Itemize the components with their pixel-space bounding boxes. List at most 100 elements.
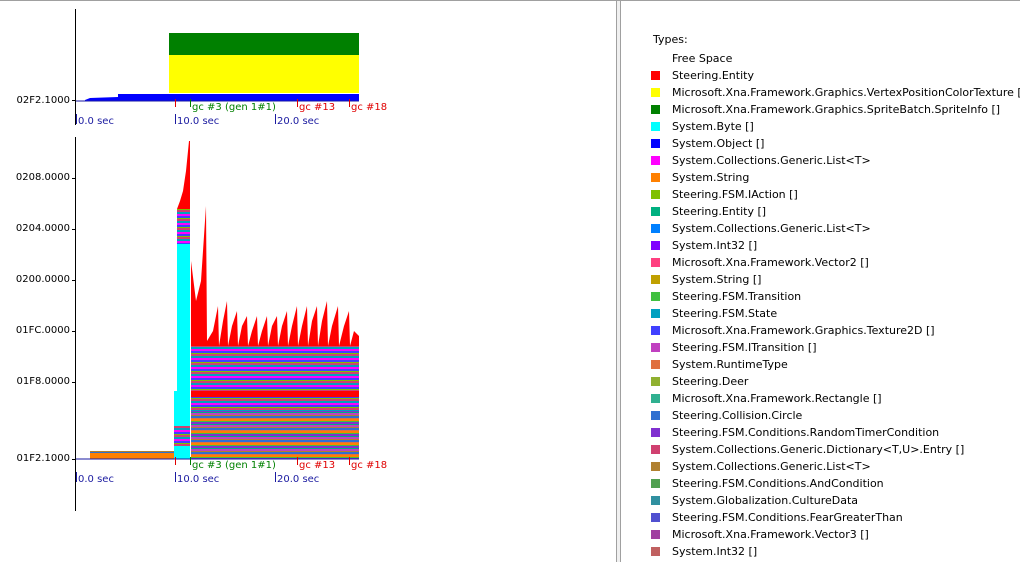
bottom-cyan-stripes	[177, 209, 190, 244]
legend-swatch	[651, 71, 660, 80]
legend-swatch	[651, 207, 660, 216]
legend-item[interactable]: Steering.Entity	[651, 67, 1020, 84]
top-chart-plot[interactable]	[76, 1, 616, 131]
legend-swatch	[651, 530, 660, 539]
legend-item[interactable]: Steering.Collision.Circle	[651, 407, 1020, 424]
top-time-label-10: 10.0 sec	[177, 116, 220, 127]
legend-item[interactable]: System.Collections.Generic.List<T>	[651, 458, 1020, 475]
legend-item[interactable]: System.Object []	[651, 135, 1020, 152]
legend-item[interactable]: Steering.FSM.Conditions.RandomTimerCondi…	[651, 424, 1020, 441]
legend-item[interactable]: Steering.FSM.ITransition []	[651, 339, 1020, 356]
legend-item[interactable]: System.Globalization.CultureData	[651, 492, 1020, 509]
legend-label: System.Byte []	[672, 120, 754, 133]
legend-label: System.Collections.Generic.List<T>	[672, 222, 871, 235]
legend-item[interactable]: Microsoft.Xna.Framework.Graphics.VertexP…	[651, 84, 1020, 101]
legend-label: System.Collections.Generic.List<T>	[672, 154, 871, 167]
legend-title: Types:	[653, 33, 688, 46]
legend-item[interactable]: System.RuntimeType	[651, 356, 1020, 373]
legend-item[interactable]: Steering.FSM.State	[651, 305, 1020, 322]
top-chart-y-label: 02F2.1000	[16, 95, 70, 106]
legend-swatch	[651, 547, 660, 556]
bottom-gc-marker	[175, 457, 176, 465]
legend-item[interactable]: Microsoft.Xna.Framework.Graphics.Texture…	[651, 322, 1020, 339]
legend-item[interactable]: System.Int32 []	[651, 543, 1020, 560]
legend-item[interactable]: System.Collections.Generic.Dictionary<T,…	[651, 441, 1020, 458]
legend-label: Microsoft.Xna.Framework.Vector3 []	[672, 528, 869, 541]
legend-item[interactable]: System.String	[651, 169, 1020, 186]
types-legend-pane: Types: Free Space Steering.Entity Microsof…	[621, 1, 1020, 562]
legend-item[interactable]: Steering.Deer	[651, 373, 1020, 390]
legend-swatch	[651, 54, 660, 63]
legend-label: Steering.Entity []	[672, 205, 767, 218]
legend-label: Microsoft.Xna.Framework.Graphics.VertexP…	[672, 86, 1020, 99]
legend-label: System.Int32 []	[672, 239, 758, 252]
legend-item[interactable]: Microsoft.Xna.Framework.Vector3 []	[651, 526, 1020, 543]
legend-swatch	[651, 462, 660, 471]
legend-item[interactable]: Steering.FSM.IAction []	[651, 186, 1020, 203]
legend-swatch	[651, 343, 660, 352]
legend-swatch	[651, 513, 660, 522]
legend-label: Free Space	[672, 52, 733, 65]
bottom-heap-layers-low	[191, 411, 359, 459]
legend-swatch	[651, 173, 660, 182]
legend-swatch	[651, 105, 660, 114]
legend-label: Microsoft.Xna.Framework.Graphics.SpriteB…	[672, 103, 1001, 116]
legend-label: Steering.FSM.Transition	[672, 290, 802, 303]
legend-item[interactable]: Microsoft.Xna.Framework.Rectangle []	[651, 390, 1020, 407]
legend-item[interactable]: Steering.FSM.Transition	[651, 288, 1020, 305]
legend-item[interactable]: System.String []	[651, 271, 1020, 288]
legend-swatch	[651, 496, 660, 505]
legend-swatch	[651, 394, 660, 403]
legend-label: System.String []	[672, 273, 762, 286]
legend-label: Steering.FSM.Conditions.FearGreaterThan	[672, 511, 903, 524]
legend-item[interactable]: Free Space	[651, 50, 1020, 67]
legend-swatch	[651, 326, 660, 335]
top-gc-marker	[175, 99, 176, 107]
legend-swatch	[651, 241, 660, 250]
bottom-gc-marker	[297, 457, 298, 465]
legend-label: Steering.FSM.Conditions.AndCondition	[672, 477, 884, 490]
legend-item[interactable]: System.Collections.Generic.List<T>	[651, 220, 1020, 237]
bottom-time-label-0: 0.0 sec	[78, 474, 114, 485]
legend-label: Steering.FSM.Conditions.RandomTimerCondi…	[672, 426, 940, 439]
bottom-gc-marker	[190, 457, 191, 465]
legend-item[interactable]: Steering.FSM.Conditions.AndCondition	[651, 475, 1020, 492]
bottom-heap-layers-mid	[191, 346, 359, 411]
bottom-chart-plot[interactable]	[76, 131, 616, 471]
heap-graph-pane[interactable]: 02F2.1000 gc #3 (gen 1#1) gc #13 gc #18 …	[0, 1, 616, 562]
legend-item[interactable]: Steering.Entity []	[651, 203, 1020, 220]
legend-swatch	[651, 88, 660, 97]
top-gc-label-3: gc #3 (gen 1#1)	[192, 102, 276, 113]
legend-swatch	[651, 428, 660, 437]
top-gc-label-18: gc #18	[351, 102, 388, 113]
legend-list: Free Space Steering.Entity Microsoft.Xna.F…	[651, 50, 1020, 560]
legend-item[interactable]: Microsoft.Xna.Framework.Vector2 []	[651, 254, 1020, 271]
top-gc-marker	[190, 99, 191, 107]
legend-swatch	[651, 190, 660, 199]
legend-item[interactable]: System.Int32 []	[651, 237, 1020, 254]
legend-label: Microsoft.Xna.Framework.Graphics.Texture…	[672, 324, 935, 337]
bottom-heap-red-band	[191, 391, 359, 397]
legend-swatch	[651, 122, 660, 131]
top-gc-label-13: gc #13	[299, 102, 336, 113]
bottom-y-label: 0204.0000	[15, 223, 70, 234]
legend-item[interactable]: System.Byte []	[651, 118, 1020, 135]
top-chart-green-band	[169, 33, 359, 55]
bottom-gc-marker	[349, 457, 350, 465]
legend-label: Steering.FSM.IAction []	[672, 188, 798, 201]
legend-label: Steering.Collision.Circle	[672, 409, 803, 422]
legend-swatch	[651, 224, 660, 233]
bottom-y-label: 0200.0000	[15, 274, 70, 285]
legend-label: Microsoft.Xna.Framework.Vector2 []	[672, 256, 869, 269]
legend-swatch	[651, 479, 660, 488]
legend-label: System.String	[672, 171, 750, 184]
legend-label: Steering.FSM.State	[672, 307, 778, 320]
top-time-label-0: 0.0 sec	[78, 116, 114, 127]
bottom-time-label-10: 10.0 sec	[177, 474, 220, 485]
legend-item[interactable]: Steering.FSM.Conditions.FearGreaterThan	[651, 509, 1020, 526]
top-gc-marker	[297, 99, 298, 107]
bottom-gc-label-13: gc #13	[299, 460, 336, 471]
legend-item[interactable]: Microsoft.Xna.Framework.Graphics.SpriteB…	[651, 101, 1020, 118]
legend-item[interactable]: System.Collections.Generic.List<T>	[651, 152, 1020, 169]
legend-label: Steering.Entity	[672, 69, 754, 82]
